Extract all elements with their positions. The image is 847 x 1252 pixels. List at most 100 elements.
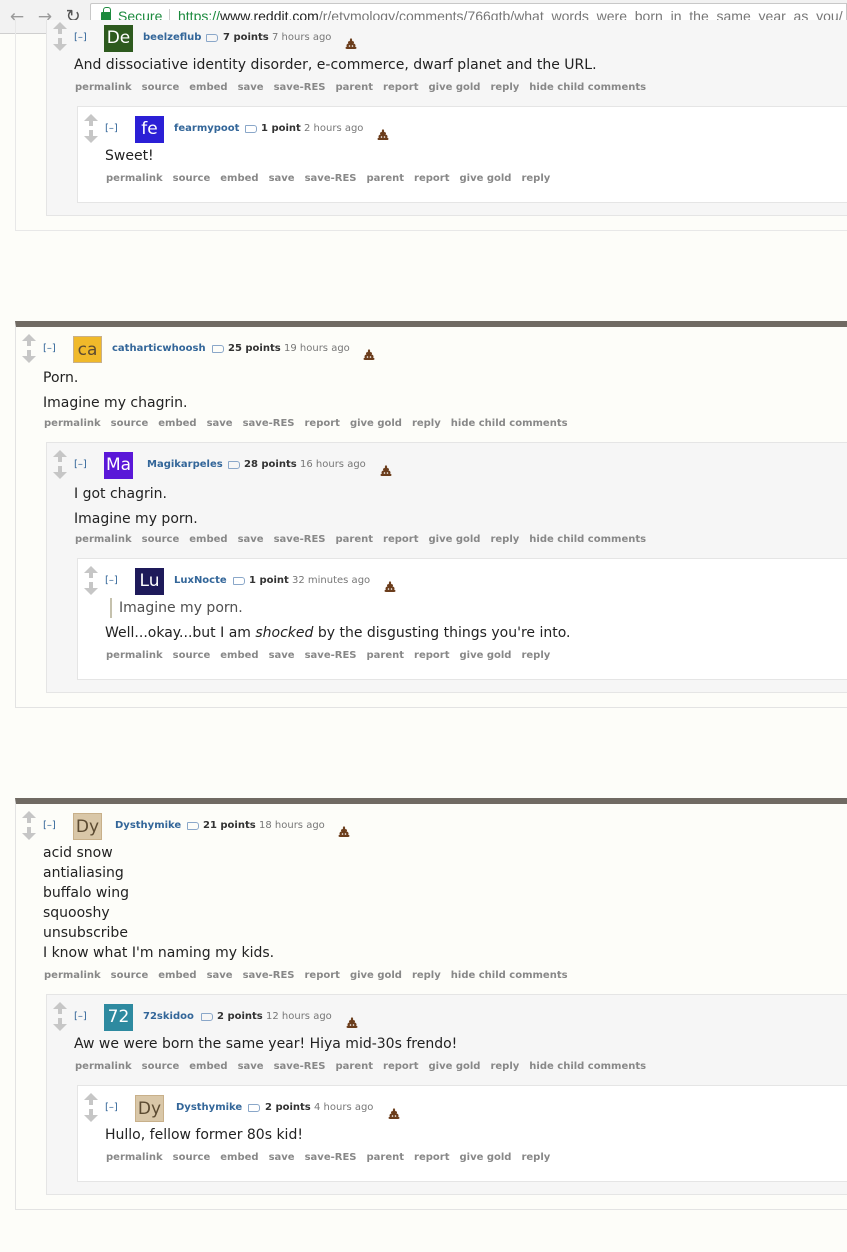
comment-action-permalink[interactable]: permalink <box>44 418 101 429</box>
downvote-arrow-icon[interactable] <box>22 350 36 363</box>
comment-action-reply[interactable]: reply <box>521 650 550 661</box>
downvote-arrow-icon[interactable] <box>53 1018 67 1031</box>
comment-action-give-gold[interactable]: give gold <box>350 418 402 429</box>
comment-action-hide-child-comments[interactable]: hide child comments <box>529 82 646 93</box>
comment-action-save[interactable]: save <box>238 1061 264 1072</box>
collapse-toggle[interactable]: [–] <box>74 450 87 480</box>
comment-action-save-res[interactable]: save-RES <box>305 173 357 184</box>
comment-action-save-res[interactable]: save-RES <box>305 1152 357 1163</box>
comment-action-give-gold[interactable]: give gold <box>350 970 402 981</box>
comment-action-give-gold[interactable]: give gold <box>428 534 480 545</box>
upvote-arrow-icon[interactable] <box>84 114 98 126</box>
comment-action-report[interactable]: report <box>414 650 449 661</box>
comment-action-permalink[interactable]: permalink <box>44 970 101 981</box>
comment-action-give-gold[interactable]: give gold <box>459 173 511 184</box>
downvote-arrow-icon[interactable] <box>53 38 67 51</box>
upvote-arrow-icon[interactable] <box>53 1002 67 1014</box>
comment-action-save[interactable]: save <box>238 82 264 93</box>
upvote-arrow-icon[interactable] <box>84 1093 98 1105</box>
comment-action-embed[interactable]: embed <box>189 534 227 545</box>
upvote-arrow-icon[interactable] <box>84 566 98 578</box>
downvote-arrow-icon[interactable] <box>22 827 36 840</box>
comment-action-embed[interactable]: embed <box>189 1061 227 1072</box>
comment-action-give-gold[interactable]: give gold <box>428 82 480 93</box>
comment-action-report[interactable]: report <box>414 173 449 184</box>
comment-action-hide-child-comments[interactable]: hide child comments <box>529 1061 646 1072</box>
comment-action-report[interactable]: report <box>414 1152 449 1163</box>
upvote-arrow-icon[interactable] <box>22 334 36 346</box>
comment-action-source[interactable]: source <box>173 650 211 661</box>
downvote-arrow-icon[interactable] <box>53 466 67 479</box>
upvote-arrow-icon[interactable] <box>22 811 36 823</box>
downvote-arrow-icon[interactable] <box>84 1109 98 1122</box>
comment-action-permalink[interactable]: permalink <box>75 1061 132 1072</box>
downvote-arrow-icon[interactable] <box>84 582 98 595</box>
comment-action-reply[interactable]: reply <box>521 173 550 184</box>
comment-action-give-gold[interactable]: give gold <box>428 1061 480 1072</box>
comment-action-reply[interactable]: reply <box>490 82 519 93</box>
collapse-toggle[interactable]: [–] <box>43 334 56 364</box>
comment-action-give-gold[interactable]: give gold <box>459 1152 511 1163</box>
collapse-toggle[interactable]: [–] <box>105 1093 118 1123</box>
user-tag-icon[interactable] <box>233 577 245 585</box>
comment-action-permalink[interactable]: permalink <box>106 173 163 184</box>
comment-action-save-res[interactable]: save-RES <box>274 1061 326 1072</box>
comment-action-reply[interactable]: reply <box>521 1152 550 1163</box>
comment-action-save[interactable]: save <box>269 1152 295 1163</box>
comment-action-source[interactable]: source <box>111 418 149 429</box>
comment-action-embed[interactable]: embed <box>220 650 258 661</box>
comment-action-source[interactable]: source <box>142 1061 180 1072</box>
comment-action-hide-child-comments[interactable]: hide child comments <box>451 418 568 429</box>
author-link[interactable]: Dysthymike <box>176 1093 242 1123</box>
comment-action-permalink[interactable]: permalink <box>75 82 132 93</box>
comment-action-source[interactable]: source <box>142 82 180 93</box>
comment-action-permalink[interactable]: permalink <box>75 534 132 545</box>
comment-action-report[interactable]: report <box>304 970 339 981</box>
comment-action-save-res[interactable]: save-RES <box>274 534 326 545</box>
comment-action-permalink[interactable]: permalink <box>106 1152 163 1163</box>
comment-action-save[interactable]: save <box>207 970 233 981</box>
comment-action-save[interactable]: save <box>269 173 295 184</box>
author-link[interactable]: Dysthymike <box>115 811 181 841</box>
author-link[interactable]: 72skidoo <box>143 1002 194 1032</box>
comment-action-report[interactable]: report <box>383 534 418 545</box>
comment-action-report[interactable]: report <box>304 418 339 429</box>
user-tag-icon[interactable] <box>201 1013 213 1021</box>
comment-action-reply[interactable]: reply <box>490 1061 519 1072</box>
user-tag-icon[interactable] <box>212 345 224 353</box>
comment-action-embed[interactable]: embed <box>189 82 227 93</box>
comment-action-parent[interactable]: parent <box>335 534 373 545</box>
comment-action-embed[interactable]: embed <box>220 1152 258 1163</box>
collapse-toggle[interactable]: [–] <box>105 114 118 144</box>
comment-action-permalink[interactable]: permalink <box>106 650 163 661</box>
downvote-arrow-icon[interactable] <box>84 130 98 143</box>
author-link[interactable]: fearmypoot <box>174 114 239 144</box>
comment-action-reply[interactable]: reply <box>412 970 441 981</box>
comment-action-save-res[interactable]: save-RES <box>243 418 295 429</box>
comment-action-parent[interactable]: parent <box>366 173 404 184</box>
upvote-arrow-icon[interactable] <box>53 450 67 462</box>
comment-action-report[interactable]: report <box>383 1061 418 1072</box>
collapse-toggle[interactable]: [–] <box>43 811 56 841</box>
upvote-arrow-icon[interactable] <box>53 22 67 34</box>
comment-action-give-gold[interactable]: give gold <box>459 650 511 661</box>
collapse-toggle[interactable]: [–] <box>74 1002 87 1032</box>
comment-action-report[interactable]: report <box>383 82 418 93</box>
comment-action-embed[interactable]: embed <box>220 173 258 184</box>
comment-action-save[interactable]: save <box>269 650 295 661</box>
comment-action-save[interactable]: save <box>238 534 264 545</box>
comment-action-parent[interactable]: parent <box>335 1061 373 1072</box>
collapse-toggle[interactable]: [–] <box>105 566 118 596</box>
comment-action-embed[interactable]: embed <box>158 418 196 429</box>
user-tag-icon[interactable] <box>187 822 199 830</box>
comment-action-parent[interactable]: parent <box>366 1152 404 1163</box>
author-link[interactable]: Magikarpeles <box>147 450 223 480</box>
comment-action-parent[interactable]: parent <box>335 82 373 93</box>
comment-action-reply[interactable]: reply <box>412 418 441 429</box>
author-link[interactable]: beelzeflub <box>143 23 201 53</box>
comment-action-source[interactable]: source <box>111 970 149 981</box>
comment-action-parent[interactable]: parent <box>366 650 404 661</box>
user-tag-icon[interactable] <box>248 1104 260 1112</box>
comment-action-save-res[interactable]: save-RES <box>243 970 295 981</box>
comment-action-save[interactable]: save <box>207 418 233 429</box>
